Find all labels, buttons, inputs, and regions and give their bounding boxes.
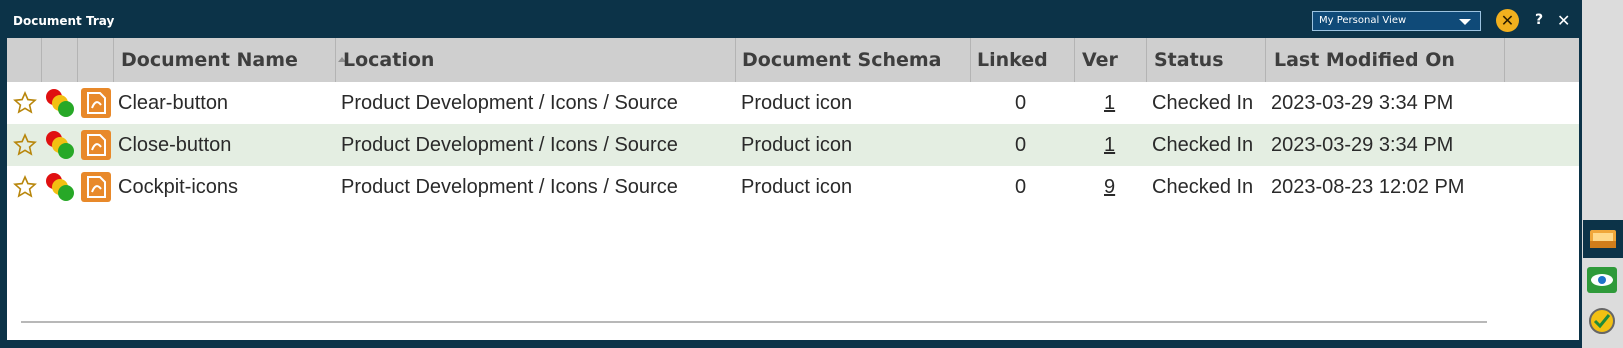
star-outline-icon[interactable] bbox=[13, 133, 37, 157]
horizontal-scrollbar[interactable] bbox=[21, 321, 1487, 323]
cell-document-name[interactable]: Cockpit-icons bbox=[118, 166, 238, 208]
cell-last-modified: 2023-03-29 3:34 PM bbox=[1271, 134, 1454, 156]
document-tray-window: Document Tray My Personal View ✕ ? ✕ Doc… bbox=[0, 0, 1582, 348]
column-separator bbox=[41, 38, 42, 82]
column-separator bbox=[1146, 38, 1147, 82]
cell-location: Product Development / Icons / Source bbox=[341, 92, 678, 114]
column-separator bbox=[77, 38, 78, 82]
traffic-light-icon bbox=[46, 89, 74, 117]
cell-linked: 0 bbox=[1015, 92, 1027, 114]
cell-status: Checked In bbox=[1152, 92, 1254, 114]
help-button[interactable]: ? bbox=[1535, 12, 1543, 28]
chevron-down-icon bbox=[1459, 19, 1471, 25]
cell-document-name[interactable]: Clear-button bbox=[118, 82, 228, 124]
header-document-schema[interactable]: Document Schema bbox=[742, 38, 942, 82]
rail-button-view[interactable] bbox=[1584, 263, 1620, 299]
header-document-name[interactable]: Document Name bbox=[121, 38, 298, 82]
column-separator bbox=[735, 38, 736, 82]
cell-document-name[interactable]: Close-button bbox=[118, 124, 231, 166]
clear-button[interactable]: ✕ bbox=[1496, 9, 1519, 32]
cell-linked: 0 bbox=[1015, 134, 1027, 156]
column-separator bbox=[1504, 38, 1505, 82]
traffic-light-icon bbox=[46, 131, 74, 159]
cell-location: Product Development / Icons / Source bbox=[341, 134, 678, 156]
document-grid: Document Name Location Document Schema L… bbox=[7, 38, 1579, 340]
cell-status: Checked In bbox=[1152, 134, 1254, 156]
column-separator bbox=[1265, 38, 1266, 82]
cell-last-modified: 2023-03-29 3:34 PM bbox=[1271, 92, 1454, 114]
cell-linked: 0 bbox=[1015, 176, 1027, 198]
cell-schema: Product icon bbox=[741, 134, 853, 156]
header-last-modified[interactable]: Last Modified On bbox=[1274, 38, 1455, 82]
traffic-light-icon bbox=[46, 173, 74, 201]
table-row[interactable]: Cockpit-icons Product Development / Icon… bbox=[7, 166, 1579, 208]
grid-header: Document Name Location Document Schema L… bbox=[7, 38, 1579, 82]
cell-version-link[interactable]: 1 bbox=[1104, 82, 1115, 124]
title-bar: Document Tray My Personal View ✕ ? ✕ bbox=[0, 6, 1582, 36]
column-separator bbox=[970, 38, 971, 82]
cell-last-modified: 2023-08-23 12:02 PM bbox=[1271, 176, 1465, 198]
cell-version-link[interactable]: 1 bbox=[1104, 124, 1115, 166]
rail-button-document-tray[interactable] bbox=[1583, 220, 1623, 258]
window-title: Document Tray bbox=[13, 14, 115, 28]
approval-check-icon bbox=[1589, 308, 1615, 334]
header-location[interactable]: Location bbox=[343, 38, 434, 82]
star-outline-icon[interactable] bbox=[13, 91, 37, 115]
star-outline-icon[interactable] bbox=[13, 175, 37, 199]
table-row[interactable]: Close-button Product Development / Icons… bbox=[7, 124, 1579, 166]
column-separator bbox=[335, 38, 336, 82]
cell-schema: Product icon bbox=[741, 176, 853, 198]
rail-button-approval[interactable] bbox=[1584, 303, 1620, 339]
column-separator bbox=[113, 38, 114, 82]
cell-status: Checked In bbox=[1152, 176, 1254, 198]
header-status[interactable]: Status bbox=[1154, 38, 1224, 82]
header-linked[interactable]: Linked bbox=[977, 38, 1048, 82]
view-select-value: My Personal View bbox=[1319, 15, 1407, 26]
table-row[interactable]: Clear-button Product Development / Icons… bbox=[7, 82, 1579, 124]
cell-schema: Product icon bbox=[741, 92, 853, 114]
cell-location: Product Development / Icons / Source bbox=[341, 176, 678, 198]
orange-file-icon bbox=[81, 88, 111, 118]
orange-file-icon bbox=[81, 130, 111, 160]
document-tray-icon bbox=[1590, 230, 1616, 248]
view-select[interactable]: My Personal View bbox=[1312, 11, 1481, 31]
header-ver[interactable]: Ver bbox=[1082, 38, 1118, 82]
orange-file-icon bbox=[81, 172, 111, 202]
column-separator bbox=[1074, 38, 1075, 82]
right-side-rail bbox=[1582, 0, 1623, 348]
close-button[interactable]: ✕ bbox=[1557, 11, 1570, 30]
eye-icon bbox=[1587, 267, 1617, 293]
cell-version-link[interactable]: 9 bbox=[1104, 166, 1115, 208]
